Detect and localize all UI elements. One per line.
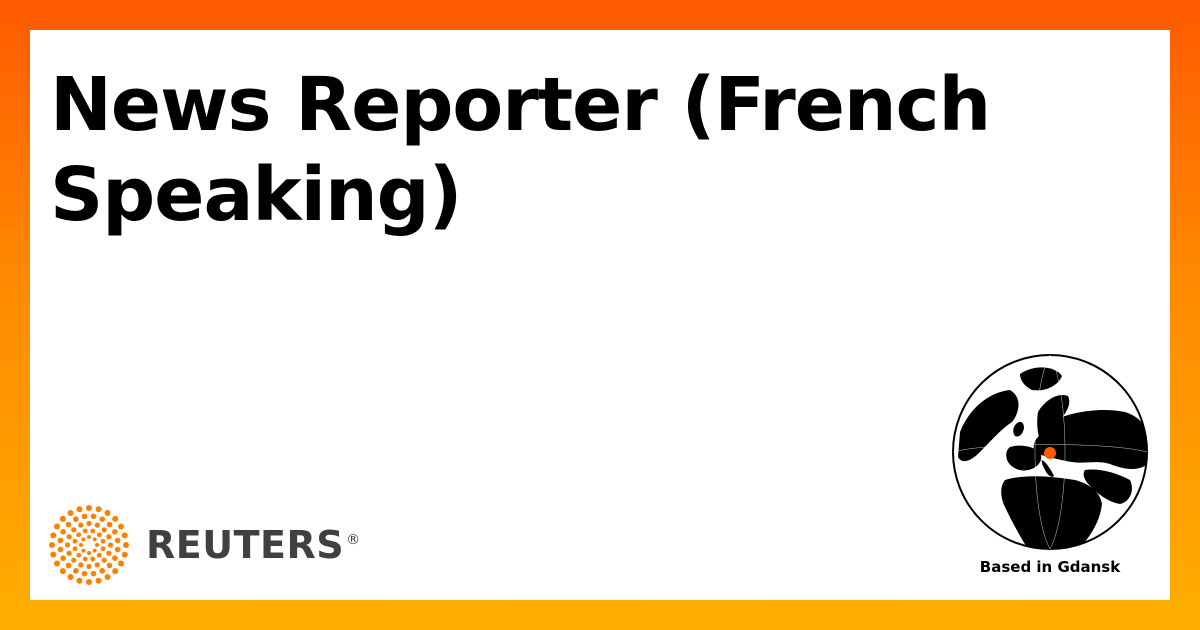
logo-dot: [95, 506, 102, 513]
logo-dot: [67, 574, 74, 581]
logo-dot: [76, 552, 82, 558]
logo-dot: [123, 542, 129, 548]
logo-dot: [64, 542, 71, 548]
logo-dot: [112, 529, 118, 535]
reuters-logo-icon: [49, 505, 129, 585]
logo-dot: [104, 574, 111, 581]
logo-dot: [95, 543, 99, 547]
logo-dot: [71, 527, 77, 533]
logo-dot: [92, 548, 97, 553]
logo-dot: [121, 551, 128, 558]
logo-dot: [90, 556, 96, 562]
brand-name: REUTERS: [146, 523, 345, 567]
brand-wordmark: REUTERS ®: [146, 523, 361, 567]
logo-dot: [66, 534, 72, 540]
logo-dot: [78, 562, 84, 568]
logo-dot: [107, 542, 114, 548]
logo-dot: [86, 579, 92, 585]
logo-dot: [106, 534, 112, 540]
logo-dot: [65, 562, 72, 569]
logo-dot: [57, 537, 64, 544]
logo-dot: [96, 532, 102, 538]
logo-dot: [118, 523, 125, 530]
logo-dot: [95, 577, 102, 584]
logo-dot: [118, 560, 125, 567]
logo-dot: [53, 523, 60, 530]
job-card: News Reporter (French Speaking) REUTERS ®: [30, 30, 1170, 600]
logo-dot: [114, 546, 121, 553]
logo-dot: [72, 546, 78, 552]
logo-dot: [86, 505, 92, 511]
logo-dot: [81, 548, 86, 553]
logo-dot: [71, 557, 77, 563]
logo-dot: [112, 568, 119, 575]
logo-dot: [100, 538, 106, 544]
logo-dot: [59, 568, 66, 575]
logo-dot: [86, 520, 92, 527]
logo-dot: [81, 537, 86, 542]
logo-dot: [112, 555, 118, 561]
logo-dot: [60, 555, 66, 561]
logo-dot: [65, 521, 72, 528]
registered-mark: ®: [346, 532, 361, 549]
logo-dot: [73, 516, 79, 522]
logo-dot: [49, 542, 55, 548]
logo-dot: [57, 546, 64, 553]
logo-dot: [76, 577, 83, 584]
logo-dot: [90, 528, 96, 534]
logo-dot: [101, 527, 107, 533]
logo-dot: [79, 543, 83, 547]
logo-dot: [114, 537, 121, 544]
reuters-logo: REUTERS ®: [48, 504, 361, 586]
logo-dot: [78, 522, 84, 528]
logo-dot: [81, 570, 88, 577]
logo-dot: [87, 551, 91, 555]
logo-dot: [82, 528, 88, 534]
logo-dot: [106, 562, 113, 569]
logo-dot: [53, 560, 60, 567]
logo-dot: [50, 532, 57, 539]
logo-dot: [76, 506, 83, 513]
logo-dot: [121, 532, 128, 539]
logo-dot: [94, 522, 100, 528]
logo-dot: [67, 509, 74, 516]
logo-dot: [104, 509, 111, 516]
logo-dot: [66, 550, 72, 556]
logo-dot: [86, 563, 92, 570]
logo-dot: [100, 546, 106, 552]
logo-dot: [94, 562, 100, 568]
logo-dot: [106, 521, 113, 528]
logo-dot: [60, 529, 66, 535]
globe-icon: [952, 354, 1148, 550]
logo-dot: [81, 513, 88, 520]
location-marker: [1044, 447, 1056, 459]
logo-dot: [101, 557, 107, 563]
logo-dot: [92, 537, 97, 542]
logo-dot: [99, 568, 105, 574]
logo-dot: [96, 552, 102, 558]
job-title: News Reporter (French Speaking): [50, 62, 991, 238]
logo-dot: [90, 570, 97, 577]
logo-dot: [72, 538, 78, 544]
logo-dot: [112, 515, 119, 522]
logo-dot: [106, 550, 112, 556]
logo-dot: [50, 551, 57, 558]
logo-dot: [90, 513, 97, 520]
logo-dot: [73, 568, 79, 574]
logo-dot: [99, 516, 105, 522]
logo-dot: [82, 556, 88, 562]
logo-dot: [87, 535, 91, 539]
location-label: Based in Gdansk: [979, 558, 1121, 576]
logo-dot: [76, 532, 82, 538]
logo-dot: [59, 515, 66, 522]
